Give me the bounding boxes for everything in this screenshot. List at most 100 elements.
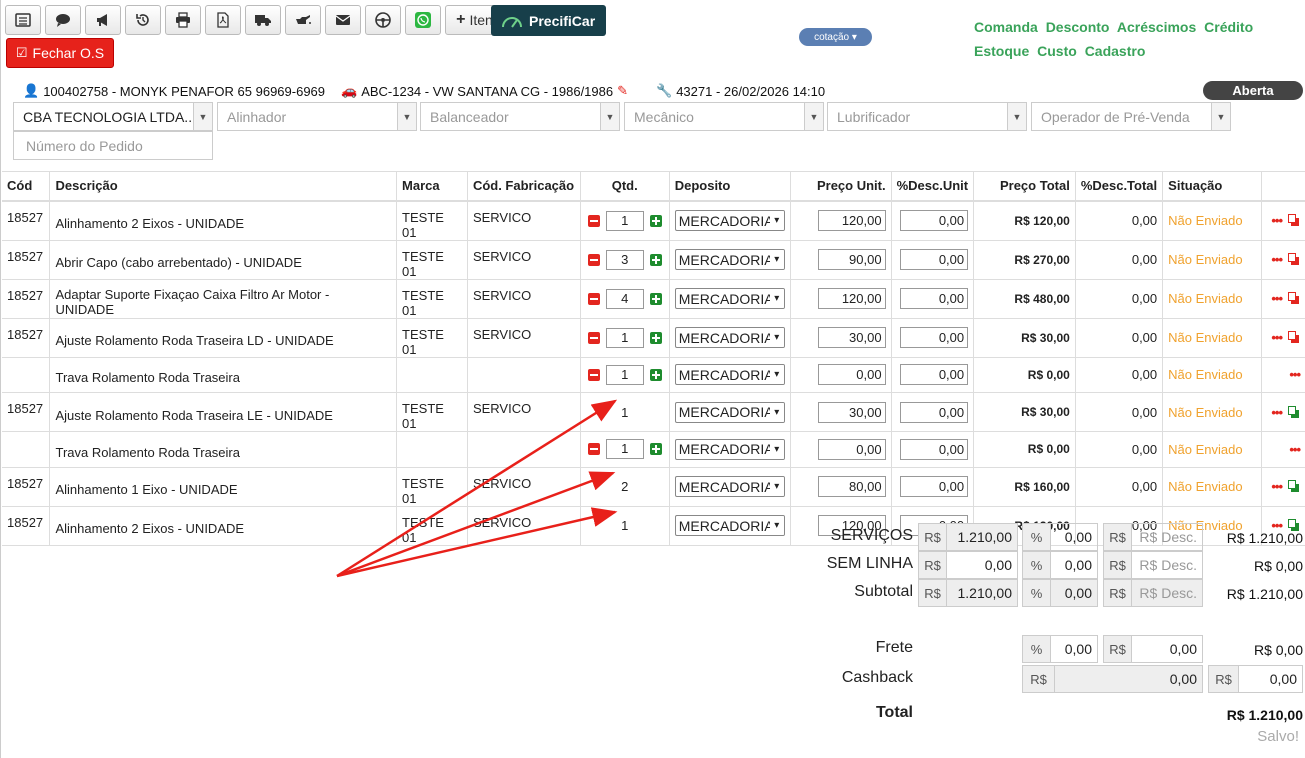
history-button[interactable] [125, 5, 161, 35]
preco-unit-input[interactable]: 30,00 [817, 327, 886, 348]
deposito-select[interactable]: MERCADORIA ▾ [674, 327, 785, 348]
qty-input[interactable]: 1 [605, 210, 644, 231]
cell-preco-unit: 0,00 [790, 431, 892, 468]
more-icon[interactable]: ••• [1289, 442, 1301, 457]
whatsapp-button[interactable] [405, 5, 441, 35]
deposito-select[interactable]: MERCADORIA ▾ [674, 476, 785, 498]
cell-desc-unit: 0,00 [891, 357, 975, 394]
steering-button[interactable] [365, 5, 401, 35]
copy-icon[interactable] [1288, 480, 1300, 493]
deposito-select[interactable]: MERCADORIA ▾ [674, 364, 785, 386]
qty-input[interactable]: 4 [605, 288, 644, 309]
desc-unit-input[interactable]: 0,00 [900, 364, 969, 386]
minus-icon[interactable] [587, 292, 600, 305]
servicos-pct-field[interactable]: % 0,00 [1022, 523, 1098, 551]
plus-icon[interactable] [649, 292, 662, 305]
preco-unit-input[interactable]: 0,00 [817, 364, 886, 386]
print-button[interactable] [165, 5, 201, 35]
balanceador-select[interactable]: Balanceador ▼ [420, 102, 620, 131]
minus-icon[interactable] [587, 214, 600, 227]
mecanico-select[interactable]: Mecânico ▼ [624, 102, 824, 131]
desc-unit-input[interactable]: 0,00 [900, 288, 969, 309]
frete-pct-field[interactable]: % 0,00 [1022, 635, 1098, 663]
col-preco-unit: Preço Unit. [790, 171, 892, 202]
link-comanda[interactable]: Comanda [974, 19, 1038, 35]
plus-icon[interactable] [649, 368, 662, 381]
desc-unit-input[interactable]: 0,00 [900, 401, 969, 423]
oil-button[interactable] [285, 5, 321, 35]
more-icon[interactable]: ••• [1271, 479, 1283, 494]
fechar-os-button[interactable]: ☑ Fechar O.S [6, 38, 114, 68]
preco-unit-input[interactable]: 90,00 [817, 249, 886, 270]
minus-icon[interactable] [587, 443, 600, 456]
empresa-select[interactable]: CBA TECNOLOGIA LTDA... ▼ [13, 102, 213, 131]
link-desconto[interactable]: Desconto [1046, 19, 1110, 35]
lubrificador-select[interactable]: Lubrificador ▼ [827, 102, 1027, 131]
precificar-button[interactable]: PrecifiCar [491, 5, 606, 36]
minus-icon[interactable] [587, 368, 600, 381]
more-icon[interactable]: ••• [1271, 252, 1283, 267]
qty-input[interactable]: 1 [605, 439, 644, 460]
desc-unit-input[interactable]: 0,00 [900, 476, 969, 498]
plus-icon[interactable] [649, 443, 662, 456]
plus-icon[interactable] [649, 253, 662, 266]
cell-desc-unit: 0,00 [891, 279, 975, 319]
link-credito[interactable]: Crédito [1204, 19, 1253, 35]
operador-select[interactable]: Operador de Pré-Venda ▼ [1031, 102, 1231, 131]
subtotal-label: Subtotal [854, 583, 913, 600]
sem-linha-pct-field[interactable]: % 0,00 [1022, 551, 1098, 579]
deposito-select[interactable]: MERCADORIA ▾ [674, 515, 785, 537]
more-icon[interactable]: ••• [1271, 213, 1283, 228]
pedido-input[interactable]: Número do Pedido [13, 131, 213, 160]
link-estoque[interactable]: Estoque [974, 43, 1029, 59]
preco-unit-input[interactable]: 0,00 [817, 438, 886, 460]
preco-unit-input[interactable]: 120,00 [817, 288, 886, 309]
minus-icon[interactable] [587, 253, 600, 266]
preco-unit-input[interactable]: 80,00 [817, 476, 886, 498]
plus-icon[interactable] [649, 214, 662, 227]
more-icon[interactable]: ••• [1271, 405, 1283, 420]
link-cadastro[interactable]: Cadastro [1085, 43, 1146, 59]
deposito-select[interactable]: MERCADORIA ▾ [674, 249, 785, 270]
copy-icon[interactable] [1288, 253, 1300, 266]
deposito-select[interactable]: MERCADORIA ▾ [674, 210, 785, 231]
pdf-button[interactable] [205, 5, 241, 35]
cell-marca: TESTE 01 [396, 506, 468, 546]
alinhador-select[interactable]: Alinhador ▼ [217, 102, 417, 131]
minus-icon[interactable] [587, 331, 600, 344]
copy-icon[interactable] [1288, 405, 1300, 419]
desc-unit-input[interactable]: 0,00 [900, 249, 969, 270]
desc-unit-input[interactable]: 0,00 [900, 438, 969, 460]
cell-cod [2, 357, 51, 394]
truck-button[interactable] [245, 5, 281, 35]
edit-icon[interactable]: ✎ [617, 83, 628, 99]
cotacao-dropdown[interactable]: cotação ▾ [799, 28, 872, 46]
more-icon[interactable]: ••• [1271, 291, 1283, 306]
email-button[interactable] [325, 5, 361, 35]
preco-unit-input[interactable]: 30,00 [817, 401, 886, 423]
history-icon [136, 14, 149, 26]
more-icon[interactable]: ••• [1289, 367, 1301, 382]
plus-icon[interactable] [649, 331, 662, 344]
qty-input[interactable]: 3 [605, 249, 644, 270]
link-custo[interactable]: Custo [1037, 43, 1077, 59]
list-button[interactable] [5, 5, 41, 35]
link-acrescimos[interactable]: Acréscimos [1117, 19, 1196, 35]
announce-button[interactable] [85, 5, 121, 35]
copy-icon[interactable] [1288, 292, 1300, 305]
desc-unit-input[interactable]: 0,00 [900, 327, 969, 348]
desc-unit-input[interactable]: 0,00 [900, 210, 969, 231]
cashback-use-field[interactable]: R$ 0,00 [1208, 665, 1303, 693]
chevron-down-icon: ▾ [769, 477, 784, 497]
copy-icon[interactable] [1288, 331, 1300, 344]
copy-icon[interactable] [1288, 214, 1300, 227]
comment-button[interactable] [45, 5, 81, 35]
qty-input[interactable]: 1 [605, 327, 644, 348]
deposito-select[interactable]: MERCADORIA ▾ [674, 401, 785, 423]
total-label: Total [875, 704, 913, 721]
deposito-select[interactable]: MERCADORIA ▾ [674, 438, 785, 460]
deposito-select[interactable]: MERCADORIA ▾ [674, 288, 785, 309]
qty-input[interactable]: 1 [605, 364, 644, 385]
preco-unit-input[interactable]: 120,00 [817, 210, 886, 231]
more-icon[interactable]: ••• [1271, 330, 1283, 345]
